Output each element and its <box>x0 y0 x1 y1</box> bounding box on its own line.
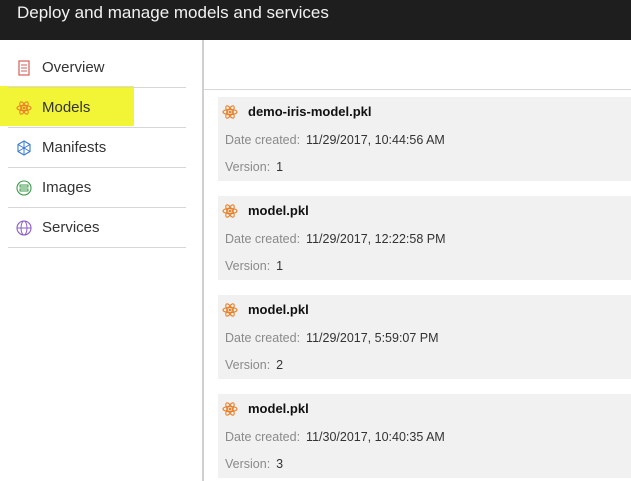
date-created-row: Date created: 11/29/2017, 5:59:07 PM <box>225 331 439 345</box>
atom-icon <box>222 302 238 318</box>
model-name[interactable]: demo-iris-model.pkl <box>248 104 372 119</box>
sidebar-item-overview[interactable]: Overview <box>8 48 186 88</box>
sidebar-item-label: Overview <box>42 59 105 76</box>
model-name[interactable]: model.pkl <box>248 203 309 218</box>
window-title-bar: Deploy and manage models and services <box>0 0 631 40</box>
sidebar-item-manifests[interactable]: Manifests <box>8 128 186 168</box>
version-label: Version: <box>225 160 271 174</box>
version-row: Version: 1 <box>225 160 283 174</box>
model-card[interactable]: model.pkl Date created: 11/29/2017, 12:22… <box>218 196 631 280</box>
version-label: Version: <box>225 358 271 372</box>
model-name[interactable]: model.pkl <box>248 401 309 416</box>
content-header-divider <box>204 89 631 90</box>
sidebar-item-services[interactable]: Services <box>8 208 186 248</box>
version-value: 3 <box>276 457 284 471</box>
sidebar-divider <box>202 40 204 481</box>
date-created-label: Date created: <box>225 331 301 345</box>
atom-icon <box>222 203 238 219</box>
date-created-row: Date created: 11/30/2017, 10:40:35 AM <box>225 430 445 444</box>
version-row: Version: 1 <box>225 259 283 273</box>
sidebar-item-models[interactable]: Models <box>8 88 186 128</box>
model-card[interactable]: demo-iris-model.pkl Date created: 11/29/2… <box>218 97 631 181</box>
atom-icon <box>16 100 32 116</box>
image-stack-icon <box>16 179 32 196</box>
sidebar-item-label: Services <box>42 219 100 236</box>
model-card[interactable]: model.pkl Date created: 11/29/2017, 5:59:… <box>218 295 631 379</box>
cube-network-icon <box>16 139 32 156</box>
version-value: 1 <box>276 259 284 273</box>
model-name[interactable]: model.pkl <box>248 302 309 317</box>
date-created-label: Date created: <box>225 430 301 444</box>
model-card[interactable]: model.pkl Date created: 11/30/2017, 10:40… <box>218 394 631 478</box>
date-created-value: 11/29/2017, 10:44:56 AM <box>306 133 445 147</box>
atom-icon <box>222 401 238 417</box>
version-value: 1 <box>276 160 284 174</box>
date-created-row: Date created: 11/29/2017, 12:22:58 PM <box>225 232 446 246</box>
sidebar: Overview Models Manifests Images Service… <box>0 40 202 481</box>
sidebar-item-images[interactable]: Images <box>8 168 186 208</box>
date-created-value: 11/30/2017, 10:40:35 AM <box>306 430 445 444</box>
sidebar-item-label: Manifests <box>42 139 107 156</box>
sidebar-item-label: Models <box>42 99 91 116</box>
version-value: 2 <box>276 358 284 372</box>
atom-icon <box>222 104 238 120</box>
date-created-value: 11/29/2017, 5:59:07 PM <box>306 331 439 345</box>
version-label: Version: <box>225 457 271 471</box>
date-created-label: Date created: <box>225 133 301 147</box>
date-created-value: 11/29/2017, 12:22:58 PM <box>306 232 446 246</box>
window-title: Deploy and manage models and services <box>17 3 329 22</box>
globe-icon <box>16 219 32 236</box>
sidebar-item-label: Images <box>42 179 92 196</box>
version-row: Version: 2 <box>225 358 283 372</box>
date-created-label: Date created: <box>225 232 301 246</box>
version-row: Version: 3 <box>225 457 283 471</box>
version-label: Version: <box>225 259 271 273</box>
document-icon <box>16 59 32 76</box>
date-created-row: Date created: 11/29/2017, 10:44:56 AM <box>225 133 445 147</box>
